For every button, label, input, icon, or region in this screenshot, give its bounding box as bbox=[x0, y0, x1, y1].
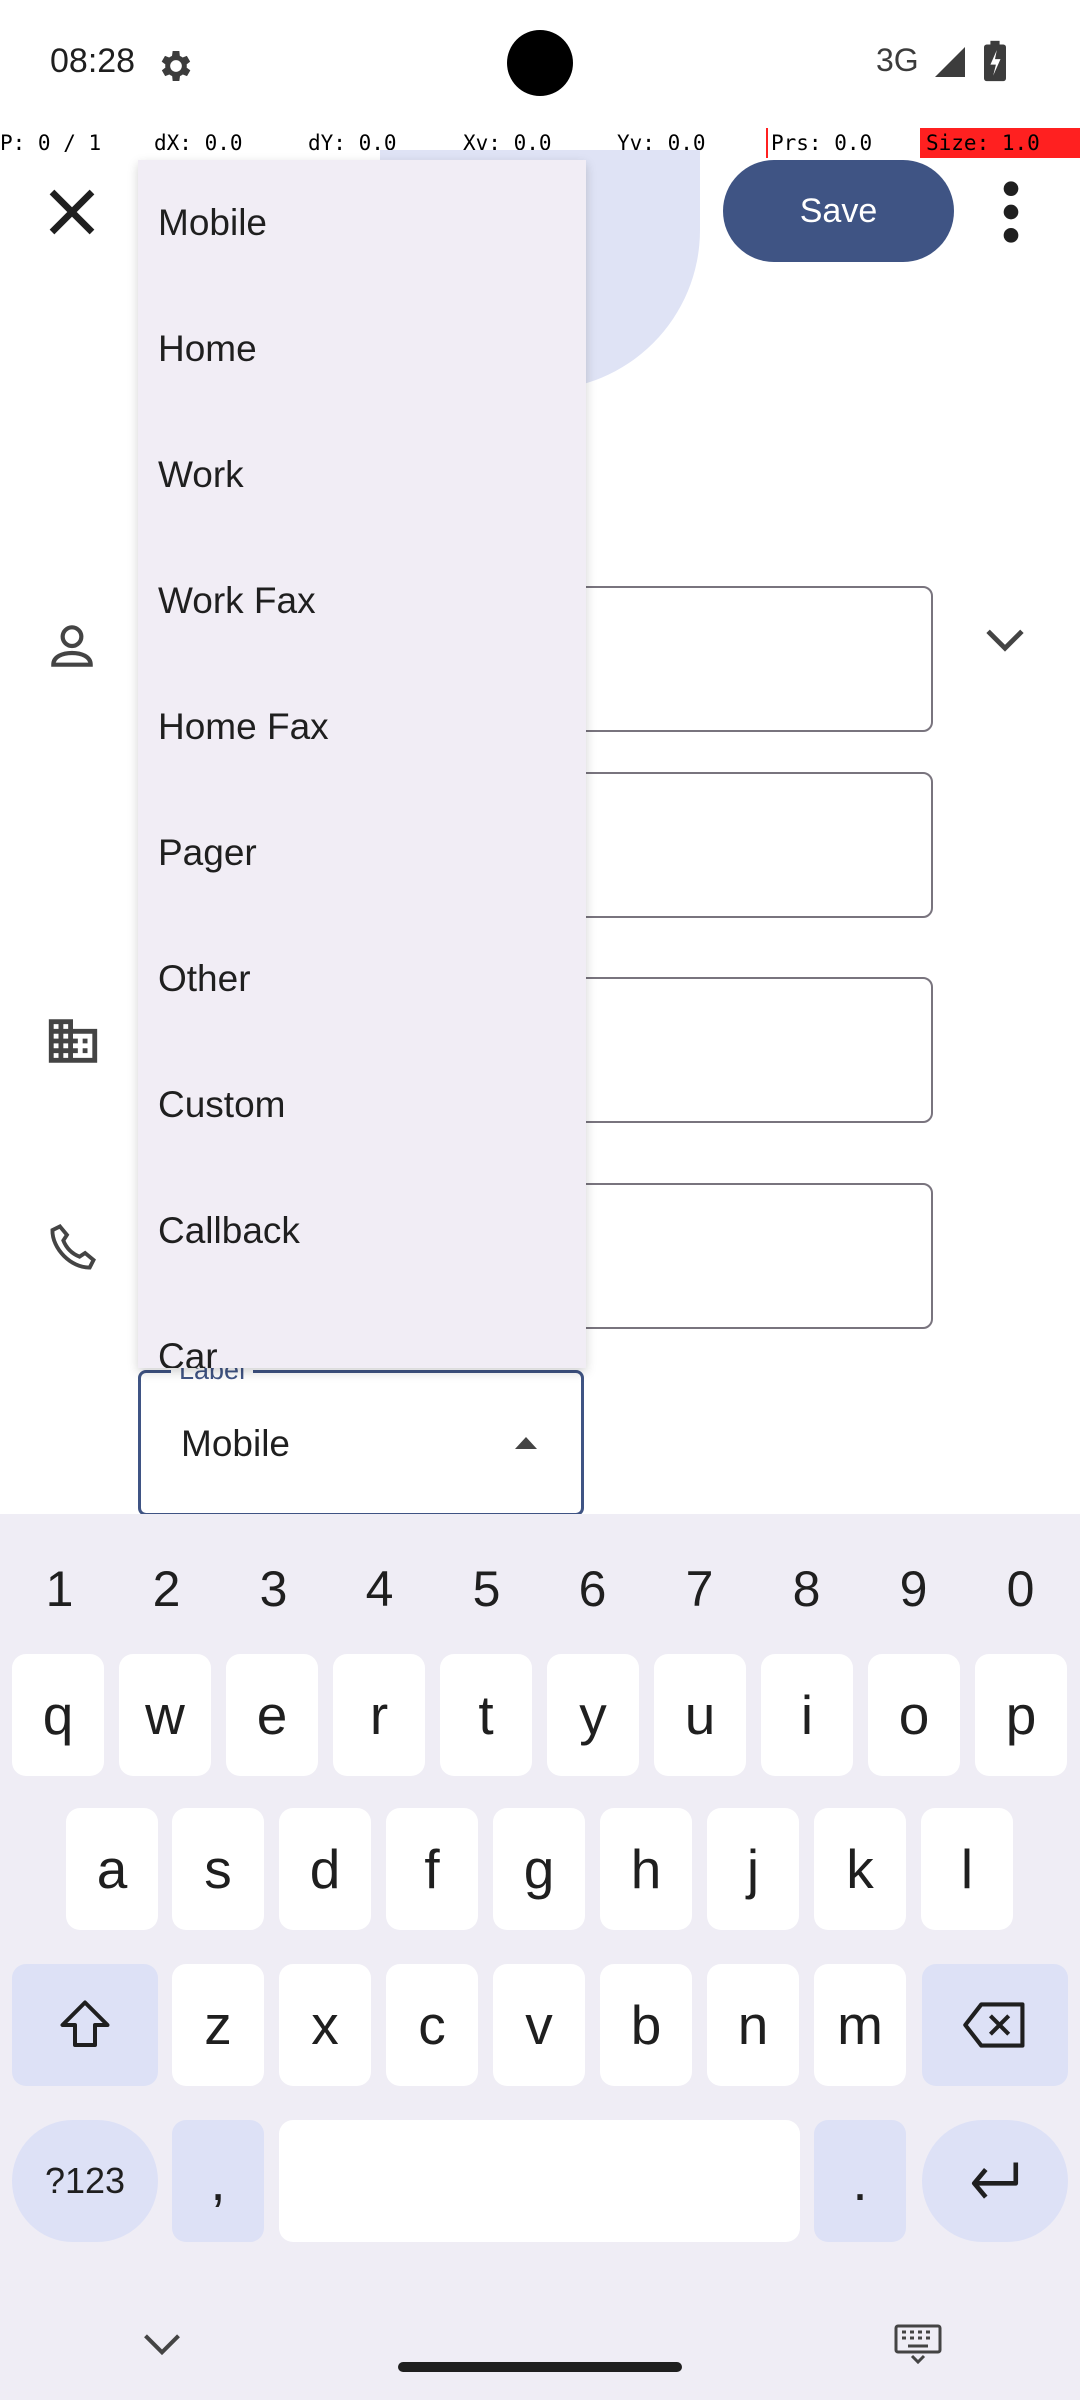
overlay-pressure: Prs: 0.0 bbox=[771, 131, 873, 155]
arrow-up-icon bbox=[515, 1437, 537, 1449]
key-d[interactable]: d bbox=[279, 1808, 371, 1930]
phone-label-select[interactable]: Label Mobile bbox=[138, 1355, 584, 1516]
dropdown-item-callback[interactable]: Callback bbox=[138, 1168, 586, 1294]
overlay-dx: dX: 0.0 bbox=[154, 131, 243, 155]
save-button[interactable]: Save bbox=[723, 160, 954, 262]
key-0[interactable]: 0 bbox=[967, 1534, 1074, 1644]
key-e[interactable]: e bbox=[226, 1654, 318, 1776]
shift-icon bbox=[60, 2000, 110, 2047]
key-m[interactable]: m bbox=[814, 1964, 906, 2086]
more-vert-icon[interactable] bbox=[986, 172, 1036, 252]
key-l[interactable]: l bbox=[921, 1808, 1013, 1930]
key-k[interactable]: k bbox=[814, 1808, 906, 1930]
key-c[interactable]: c bbox=[386, 1964, 478, 2086]
key-z[interactable]: z bbox=[172, 1964, 264, 2086]
phone-icon bbox=[50, 1224, 96, 1270]
enter-icon bbox=[971, 2162, 1019, 2199]
key-3[interactable]: 3 bbox=[220, 1534, 327, 1644]
enter-key[interactable] bbox=[922, 2120, 1068, 2242]
gesture-nav-handle[interactable] bbox=[398, 2362, 682, 2372]
backspace-key[interactable] bbox=[922, 1964, 1068, 2086]
key-h[interactable]: h bbox=[600, 1808, 692, 1930]
person-icon bbox=[51, 625, 93, 667]
key-o[interactable]: o bbox=[868, 1654, 960, 1776]
space-key[interactable] bbox=[279, 2120, 800, 2242]
key-8[interactable]: 8 bbox=[753, 1534, 860, 1644]
symbols-key[interactable]: ?123 bbox=[12, 2120, 158, 2242]
key-g[interactable]: g bbox=[493, 1808, 585, 1930]
key-s[interactable]: s bbox=[172, 1808, 264, 1930]
period-key[interactable]: . bbox=[814, 2120, 906, 2242]
gear-icon bbox=[161, 51, 191, 81]
expand-icon[interactable] bbox=[976, 612, 1034, 670]
key-w[interactable]: w bbox=[119, 1654, 211, 1776]
label-dropdown-menu: Mobile Home Work Work Fax Home Fax Pager… bbox=[138, 160, 586, 1368]
key-5[interactable]: 5 bbox=[433, 1534, 540, 1644]
overlay-size: Size: 1.0 bbox=[920, 128, 1080, 158]
key-u[interactable]: u bbox=[654, 1654, 746, 1776]
backspace-icon bbox=[963, 2002, 1025, 2048]
key-t[interactable]: t bbox=[440, 1654, 532, 1776]
dropdown-item-pager[interactable]: Pager bbox=[138, 790, 586, 916]
dropdown-item-car[interactable]: Car bbox=[138, 1294, 586, 1368]
dropdown-item-work[interactable]: Work bbox=[138, 412, 586, 538]
dropdown-item-work-fax[interactable]: Work Fax bbox=[138, 538, 586, 664]
key-a[interactable]: a bbox=[66, 1808, 158, 1930]
key-7[interactable]: 7 bbox=[646, 1534, 753, 1644]
comma-key[interactable]: , bbox=[172, 2120, 264, 2242]
key-2[interactable]: 2 bbox=[113, 1534, 220, 1644]
signal-icon bbox=[935, 47, 965, 77]
camera-cutout bbox=[507, 30, 573, 96]
soft-keyboard: 1 2 3 4 5 6 7 8 9 0 q w e r t y u i o p … bbox=[0, 1514, 1080, 2400]
overlay-pointer-count: P: 0 / 1 bbox=[0, 131, 102, 155]
key-6[interactable]: 6 bbox=[539, 1534, 646, 1644]
key-y[interactable]: y bbox=[547, 1654, 639, 1776]
close-icon[interactable] bbox=[32, 172, 112, 252]
key-q[interactable]: q bbox=[12, 1654, 104, 1776]
key-v[interactable]: v bbox=[493, 1964, 585, 2086]
status-time: 08:28 bbox=[50, 42, 136, 80]
label-select-value: Mobile bbox=[181, 1423, 290, 1464]
key-p[interactable]: p bbox=[975, 1654, 1067, 1776]
battery-icon bbox=[984, 40, 1006, 82]
key-i[interactable]: i bbox=[761, 1654, 853, 1776]
dropdown-item-other[interactable]: Other bbox=[138, 916, 586, 1042]
dropdown-item-home[interactable]: Home bbox=[138, 286, 586, 412]
keyboard-switch-icon[interactable] bbox=[894, 2324, 942, 2364]
key-r[interactable]: r bbox=[333, 1654, 425, 1776]
overlay-pressure-marker bbox=[766, 128, 768, 158]
shift-key[interactable] bbox=[12, 1964, 158, 2086]
status-bar: 08:28 3G bbox=[0, 0, 1080, 128]
key-j[interactable]: j bbox=[707, 1808, 799, 1930]
key-1[interactable]: 1 bbox=[6, 1534, 113, 1644]
dropdown-item-mobile[interactable]: Mobile bbox=[138, 160, 586, 286]
key-n[interactable]: n bbox=[707, 1964, 799, 2086]
dropdown-item-home-fax[interactable]: Home Fax bbox=[138, 664, 586, 790]
key-b[interactable]: b bbox=[600, 1964, 692, 2086]
key-9[interactable]: 9 bbox=[860, 1534, 967, 1644]
key-f[interactable]: f bbox=[386, 1808, 478, 1930]
business-icon bbox=[48, 1019, 98, 1063]
network-type: 3G bbox=[876, 42, 919, 78]
dropdown-item-custom[interactable]: Custom bbox=[138, 1042, 586, 1168]
key-4[interactable]: 4 bbox=[326, 1534, 433, 1644]
keyboard-collapse-icon[interactable] bbox=[140, 2330, 184, 2360]
key-x[interactable]: x bbox=[279, 1964, 371, 2086]
